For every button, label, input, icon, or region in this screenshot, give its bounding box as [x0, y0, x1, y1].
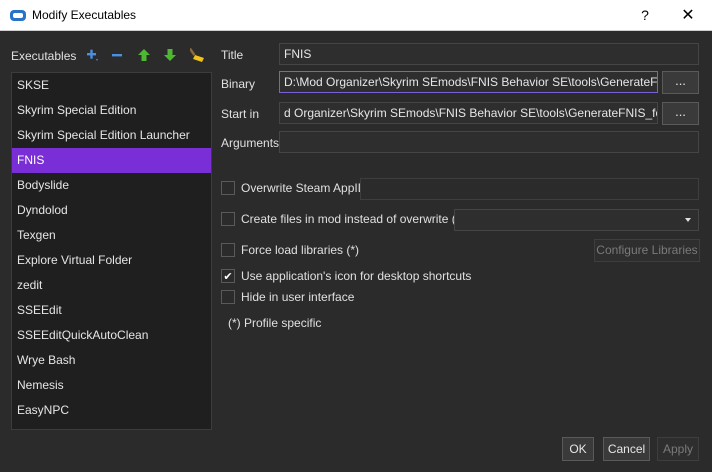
list-item[interactable]: Bodyslide	[12, 173, 211, 198]
list-item[interactable]: Texgen	[12, 223, 211, 248]
checkmark-icon: ✔	[223, 270, 233, 283]
arguments-label: Arguments	[221, 136, 280, 150]
add-executable-button[interactable]	[83, 46, 101, 64]
executables-label: Executables	[11, 49, 77, 63]
move-down-button[interactable]	[161, 46, 179, 64]
window-title: Modify Executables	[32, 8, 137, 22]
cancel-button[interactable]: Cancel	[603, 437, 650, 461]
hide-in-ui-checkbox[interactable]	[221, 290, 235, 304]
move-up-button[interactable]	[135, 46, 153, 64]
remove-executable-button[interactable]	[108, 46, 126, 64]
use-app-icon-option[interactable]: ✔ Use application's icon for desktop sho…	[221, 267, 471, 285]
binary-input[interactable]: D:\Mod Organizer\Skyrim SEmods\FNIS Beha…	[279, 71, 658, 93]
force-load-libraries-option[interactable]: Force load libraries (*)	[221, 241, 359, 259]
clear-button[interactable]	[189, 46, 207, 64]
arrow-up-icon	[138, 49, 150, 61]
help-button[interactable]: ?	[630, 0, 660, 31]
start-in-browse-button[interactable]: ...	[662, 102, 699, 125]
list-item[interactable]: SSEEditQuickAutoClean	[12, 323, 211, 348]
list-item[interactable]: Dyndolod	[12, 198, 211, 223]
close-button[interactable]: ✕	[668, 0, 708, 31]
list-item[interactable]: Wrye Bash	[12, 348, 211, 373]
binary-browse-button[interactable]: ...	[662, 71, 699, 94]
title-bar: Modify Executables ? ✕	[0, 0, 712, 31]
overwrite-steam-appid-checkbox[interactable]	[221, 181, 235, 195]
arguments-input[interactable]	[279, 131, 699, 153]
list-item[interactable]: Explore Virtual Folder	[12, 248, 211, 273]
profile-specific-note: (*) Profile specific	[228, 316, 322, 330]
steam-appid-input[interactable]	[360, 178, 699, 200]
plus-icon	[87, 49, 98, 61]
minus-icon	[112, 54, 122, 57]
list-item[interactable]: SKSE	[12, 73, 211, 98]
create-files-in-mod-option[interactable]: Create files in mod instead of overwrite…	[221, 210, 464, 228]
configure-libraries-button[interactable]: Configure Libraries	[594, 239, 700, 262]
use-app-icon-checkbox[interactable]: ✔	[221, 269, 235, 283]
start-in-label: Start in	[221, 107, 260, 121]
title-label: Title	[221, 48, 244, 62]
hide-in-ui-option[interactable]: Hide in user interface	[221, 288, 354, 306]
apply-button[interactable]: Apply	[657, 437, 699, 461]
title-input[interactable]: FNIS	[279, 43, 699, 65]
start-in-input[interactable]: d Organizer\Skyrim SEmods\FNIS Behavior …	[279, 102, 658, 124]
list-item[interactable]: Skyrim Special Edition Launcher	[12, 123, 211, 148]
binary-label: Binary	[221, 77, 256, 91]
mod-select-dropdown[interactable]	[454, 209, 699, 231]
list-item[interactable]: SSEEdit	[12, 298, 211, 323]
list-item[interactable]: Skyrim Special Edition	[12, 98, 211, 123]
create-files-in-mod-checkbox[interactable]	[221, 212, 235, 226]
overwrite-steam-appid-option[interactable]: Overwrite Steam AppID	[221, 179, 366, 197]
ok-button[interactable]: OK	[562, 437, 594, 461]
force-load-libraries-checkbox[interactable]	[221, 243, 235, 257]
arrow-down-icon	[164, 49, 176, 61]
list-item[interactable]: zedit	[12, 273, 211, 298]
list-item[interactable]: FNIS	[12, 148, 211, 173]
broom-icon	[190, 47, 204, 62]
mod-organizer-icon	[10, 10, 26, 21]
list-item[interactable]: EasyNPC	[12, 398, 211, 423]
chevron-down-icon	[685, 218, 691, 222]
executables-list[interactable]: SKSE Skyrim Special Edition Skyrim Special…	[11, 72, 212, 430]
list-item[interactable]: Nemesis	[12, 373, 211, 398]
